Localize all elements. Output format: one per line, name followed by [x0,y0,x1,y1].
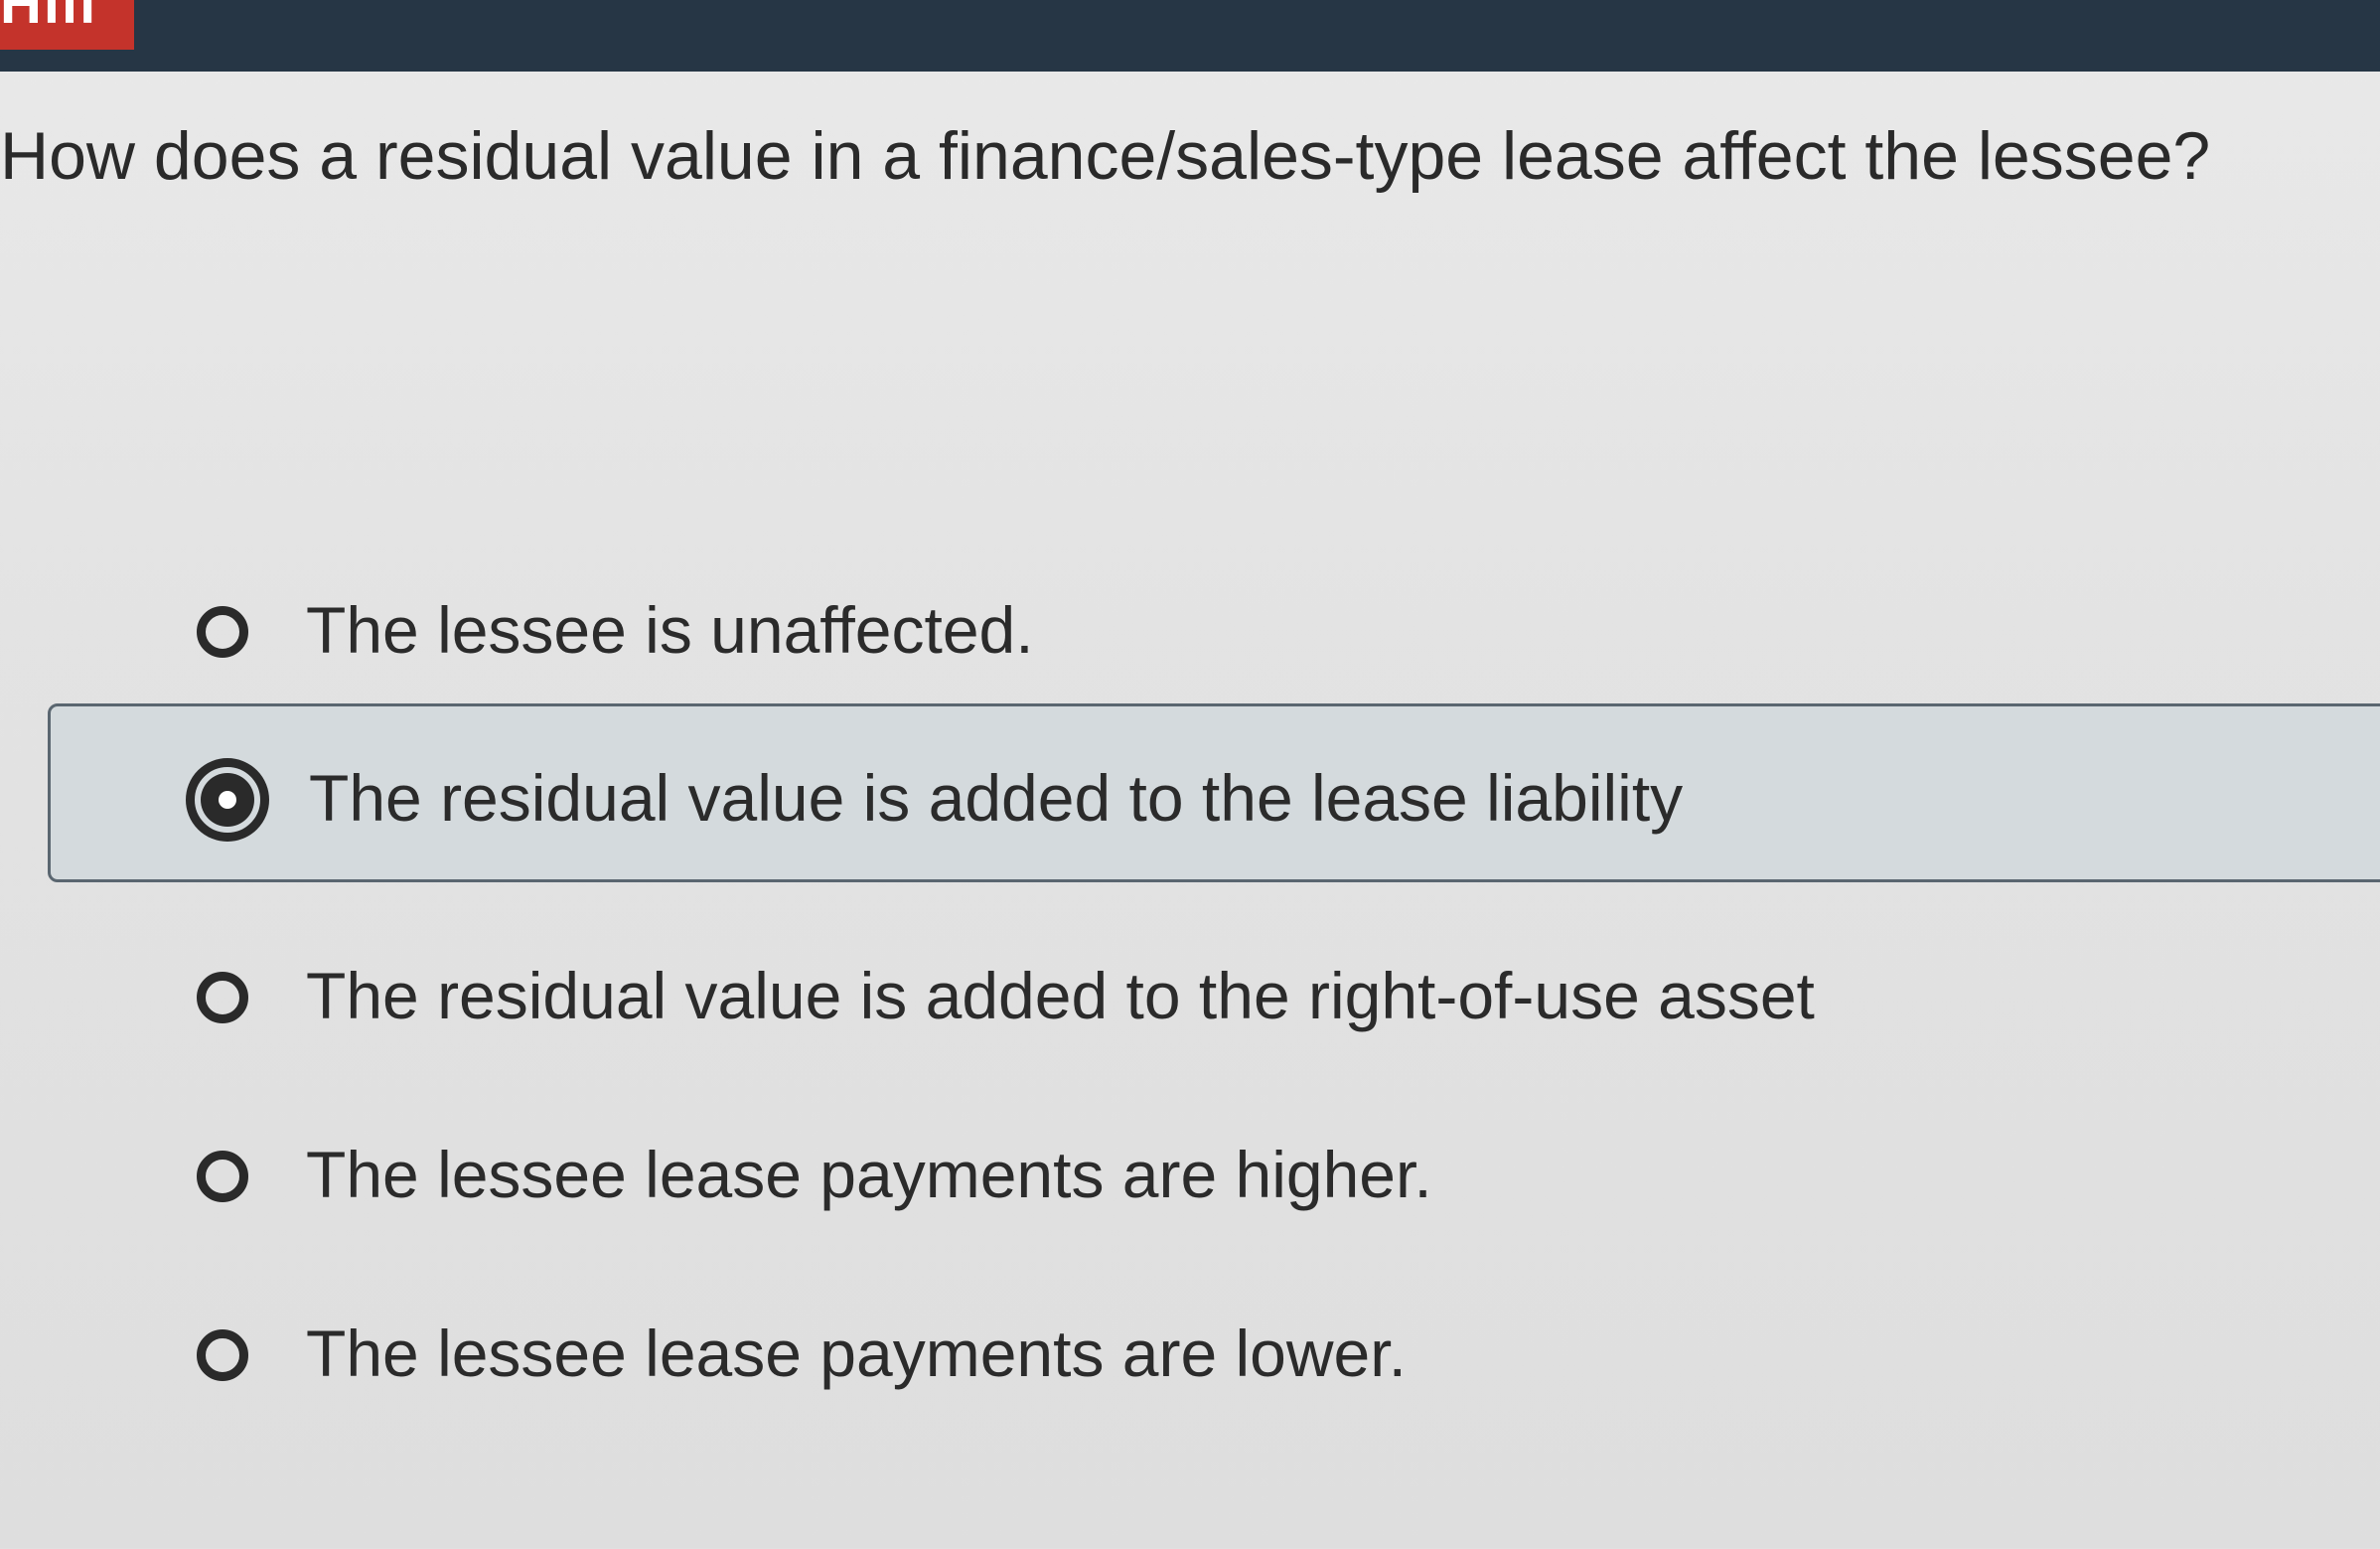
answer-option-label: The residual value is added to the right… [306,959,1815,1032]
question-text: How does a residual value in a finance/s… [0,118,2211,194]
answer-option-label: The lessee is unaffected. [306,593,1034,667]
brand-logo: Hill [0,0,134,50]
answer-option-1[interactable]: The lessee is unaffected. [0,556,2380,715]
answer-option-3[interactable]: The residual value is added to the right… [0,922,2380,1081]
answer-option-4[interactable]: The lessee lease payments are higher. [0,1101,2380,1260]
answer-option-label: The residual value is added to the lease… [309,761,1684,835]
radio-unselected-icon[interactable] [197,972,248,1023]
brand-logo-text: Hill [0,0,98,36]
radio-selected-icon[interactable] [186,758,269,842]
radio-selected-dot [219,791,236,809]
answer-option-5[interactable]: The lessee lease payments are lower. [0,1280,2380,1439]
radio-unselected-icon[interactable] [197,1151,248,1202]
top-bar: Hill [0,0,2380,72]
radio-unselected-icon[interactable] [197,1329,248,1381]
answer-option-label: The lessee lease payments are lower. [306,1317,1407,1390]
answer-option-label: The lessee lease payments are higher. [306,1138,1432,1211]
radio-unselected-icon[interactable] [197,606,248,658]
answer-option-2-selected[interactable]: The residual value is added to the lease… [48,703,2380,882]
